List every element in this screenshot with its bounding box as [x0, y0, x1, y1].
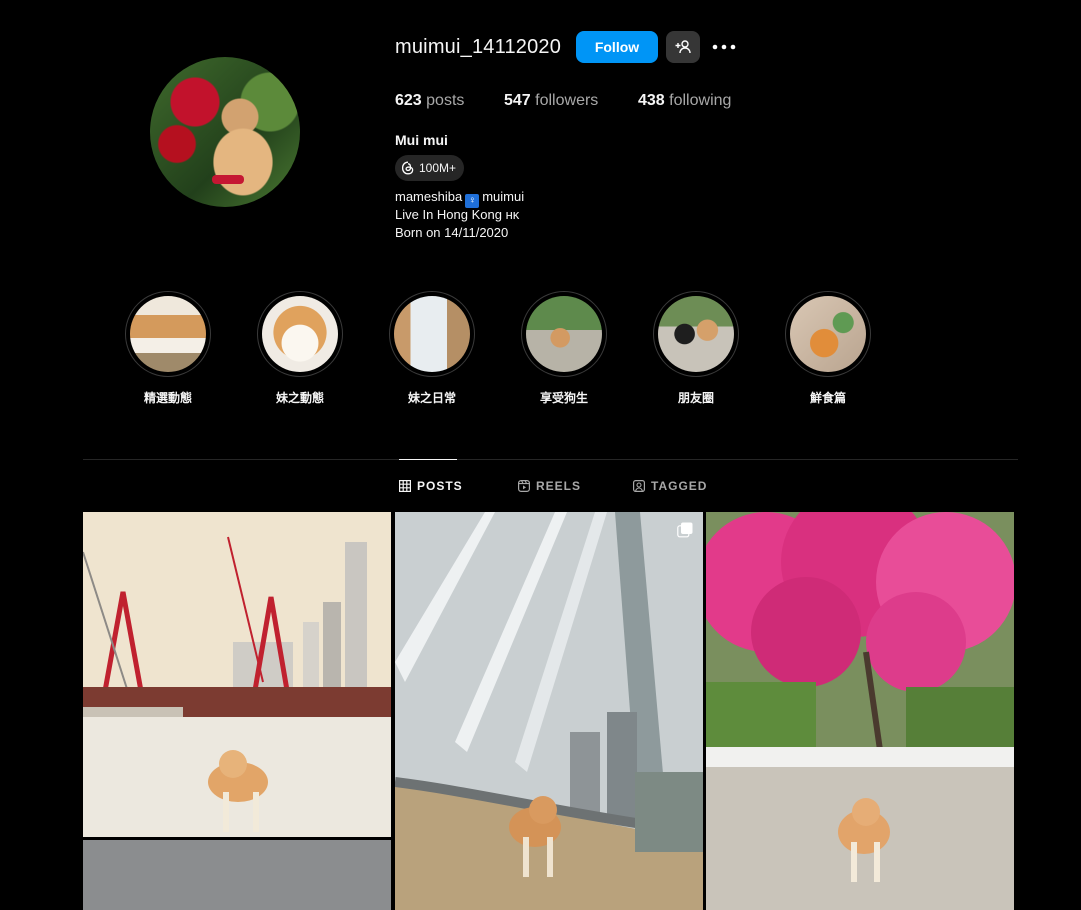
- more-dots-icon: [712, 44, 736, 50]
- post-thumbnail[interactable]: [395, 512, 703, 910]
- posts-count-label: posts: [426, 92, 465, 109]
- bio-line-2: Live In Hong Kong ʜᴋ: [395, 207, 520, 222]
- profile-full-name: Mui mui: [395, 132, 448, 148]
- highlight-item[interactable]: 妹之動態: [256, 291, 344, 406]
- threads-icon: [401, 161, 414, 175]
- active-tab-indicator: [399, 459, 457, 460]
- bio-text: mameshiba: [395, 189, 463, 204]
- highlight-label: 鮮食篇: [809, 391, 846, 405]
- followers-count-label: followers: [535, 92, 599, 109]
- threads-badge[interactable]: 100M+: [395, 155, 465, 181]
- highlight-thumbnail: [526, 296, 602, 372]
- tagged-icon: [633, 480, 645, 492]
- highlight-item[interactable]: 享受狗生: [520, 291, 608, 406]
- highlight-thumbnail: [790, 296, 866, 372]
- threads-badge-label: 100M+: [419, 161, 457, 175]
- following-count-value: 438: [638, 92, 665, 109]
- reels-icon: [518, 480, 530, 492]
- tab-tagged[interactable]: TAGGED: [633, 479, 707, 493]
- tab-label: TAGGED: [651, 479, 708, 493]
- followers-link[interactable]: 547 followers: [504, 92, 598, 110]
- bio-line-1: mameshiba ♀ muimui: [395, 189, 524, 208]
- more-options-button[interactable]: [710, 33, 738, 61]
- suggested-accounts-button[interactable]: [666, 31, 700, 63]
- profile-username: muimui_14112020: [395, 36, 562, 58]
- highlight-label: 妹之動態: [275, 391, 324, 405]
- multiple-photos-icon: [677, 522, 693, 538]
- highlight-thumbnail: [394, 296, 470, 372]
- tab-posts[interactable]: POSTS: [399, 479, 463, 493]
- highlight-item[interactable]: 鮮食篇: [784, 291, 872, 406]
- highlight-label: 精選動態: [143, 391, 192, 405]
- follow-button[interactable]: Follow: [576, 31, 658, 63]
- add-person-icon: [675, 40, 691, 54]
- highlight-thumbnail: [130, 296, 206, 372]
- posts-count-value: 623: [395, 92, 422, 109]
- followers-count-value: 547: [504, 92, 531, 109]
- highlight-label: 享受狗生: [539, 391, 588, 405]
- posts-count: 623 posts: [395, 92, 464, 110]
- woman-icon: ♀: [465, 194, 480, 208]
- profile-avatar[interactable]: [150, 57, 300, 207]
- post-image-bridge: [395, 512, 703, 910]
- post-image-bougainvillea: [706, 512, 1014, 910]
- following-link[interactable]: 438 following: [638, 92, 731, 110]
- bio-text: muimui: [482, 189, 525, 204]
- grid-icon: [399, 480, 411, 492]
- post-thumbnail[interactable]: [83, 512, 391, 910]
- highlight-thumbnail: [658, 296, 734, 372]
- post-thumbnail[interactable]: [706, 512, 1014, 910]
- tab-label: POSTS: [417, 479, 463, 493]
- following-count-label: following: [669, 92, 732, 109]
- highlight-thumbnail: [262, 296, 338, 372]
- highlight-label: 妹之日常: [407, 391, 456, 405]
- tab-label: REELS: [536, 479, 582, 493]
- post-image-harbour: [83, 512, 391, 910]
- highlight-item[interactable]: 朋友圈: [652, 291, 740, 406]
- highlight-label: 朋友圈: [677, 391, 714, 405]
- tabs-divider: [83, 459, 1018, 460]
- highlight-item[interactable]: 妹之日常: [388, 291, 476, 406]
- highlight-item[interactable]: 精選動態: [124, 291, 212, 406]
- bio-line-3: Born on 14/11/2020: [395, 225, 509, 240]
- tab-reels[interactable]: REELS: [518, 479, 581, 493]
